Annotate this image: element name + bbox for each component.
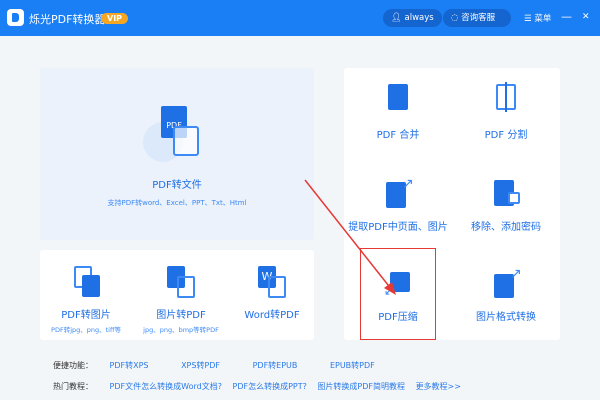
link-pdf-to-epub[interactable]: PDF转EPUB <box>253 361 298 370</box>
tutorial-link[interactable]: 图片转换成PDF简明教程 <box>317 382 405 391</box>
hot-label: 热门教程： <box>53 382 93 391</box>
link-pdf-to-xps[interactable]: PDF转XPS <box>110 361 149 370</box>
annotation-arrow <box>304 179 396 295</box>
tutorial-link[interactable]: PDF怎么转换成PPT? <box>233 382 307 391</box>
hot-tutorials: 热门教程： PDF文件怎么转换成Word文档? PDF怎么转换成PPT? 图片转… <box>53 381 475 392</box>
quick-functions: 便捷功能： PDF转XPS XPS转PDF PDF转EPUB EPUB转PDF <box>53 360 389 371</box>
link-xps-to-pdf[interactable]: XPS转PDF <box>181 361 220 370</box>
more-tutorials-link[interactable]: 更多教程>> <box>416 382 461 391</box>
tutorial-link[interactable]: PDF文件怎么转换成Word文档? <box>110 382 222 391</box>
link-epub-to-pdf[interactable]: EPUB转PDF <box>330 361 375 370</box>
quick-label: 便捷功能： <box>53 361 93 370</box>
